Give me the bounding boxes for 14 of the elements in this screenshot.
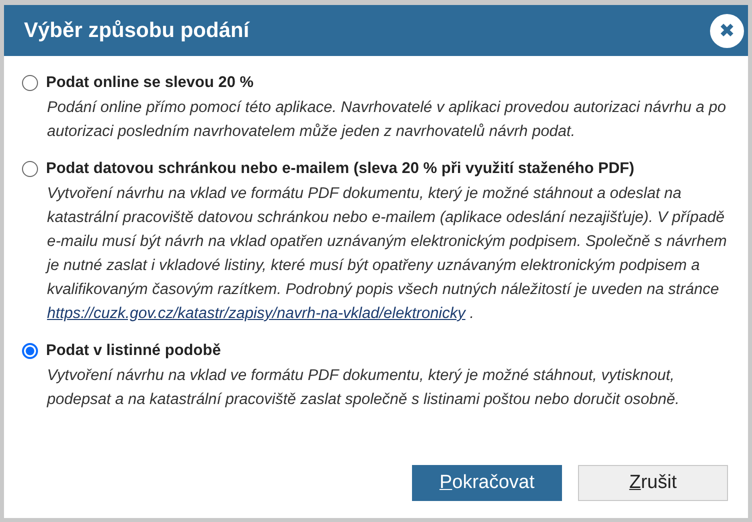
link[interactable]: https://cuzk.gov.cz/katastr/zapisy/navrh-na-vklad/elektronicky [47, 305, 466, 322]
radio-button[interactable] [22, 343, 38, 359]
option-description: Podání online přímo pomocí této aplikace. Navrhovatelé v aplikaci provedou autorizaci návrhu a po autorizaci posledním navrhovatelem může jeden z navrhovatelů návrh podat. [47, 98, 727, 142]
option-description: Vytvoření návrhu na vklad ve formátu PDF dokumentu, který je možné stáhnout, vytisknout, podepsat a na katastrální pracoviště zaslat společně s listinami poštou nebo doručit osobně. [47, 366, 680, 410]
cancel-button[interactable]: Zrušit [578, 465, 728, 501]
dialog-title: Výběr způsobu podání [24, 18, 250, 42]
radio-button[interactable] [22, 161, 38, 177]
close-button[interactable]: ✖ [710, 14, 744, 48]
continue-button[interactable]: Pokračovat [412, 465, 562, 501]
option-label: Podat v listinné podobě [46, 342, 221, 360]
option-label: Podat datovou schránkou nebo e-mailem (sleva 20 % při využití staženého PDF) [46, 160, 634, 178]
option-description: Vytvoření návrhu na vklad ve formátu PDF dokumentu, který je možné stáhnout a odeslat na katastrální pracoviště datovou schránkou nebo e-mailem (aplikace odeslání nezajišťuje). V případě e-mailu musí být návrh na vklad opatřen uznávaným elektronickým podpisem. Společně s návrhem je nutné zaslat i vkladové listiny, které musí být opatřeny uznávaným elektronickým podpisem a kvalifikovaným časovým razítkem. Podrobný popis všech nutných náležitostí je uveden na stránce https://cuzk.gov.cz/katastr/zapisy/navrh-na-vklad/elektronicky . [47, 184, 728, 324]
option-label: Podat online se slevou 20 % [46, 74, 254, 92]
radio-button[interactable] [22, 75, 38, 91]
